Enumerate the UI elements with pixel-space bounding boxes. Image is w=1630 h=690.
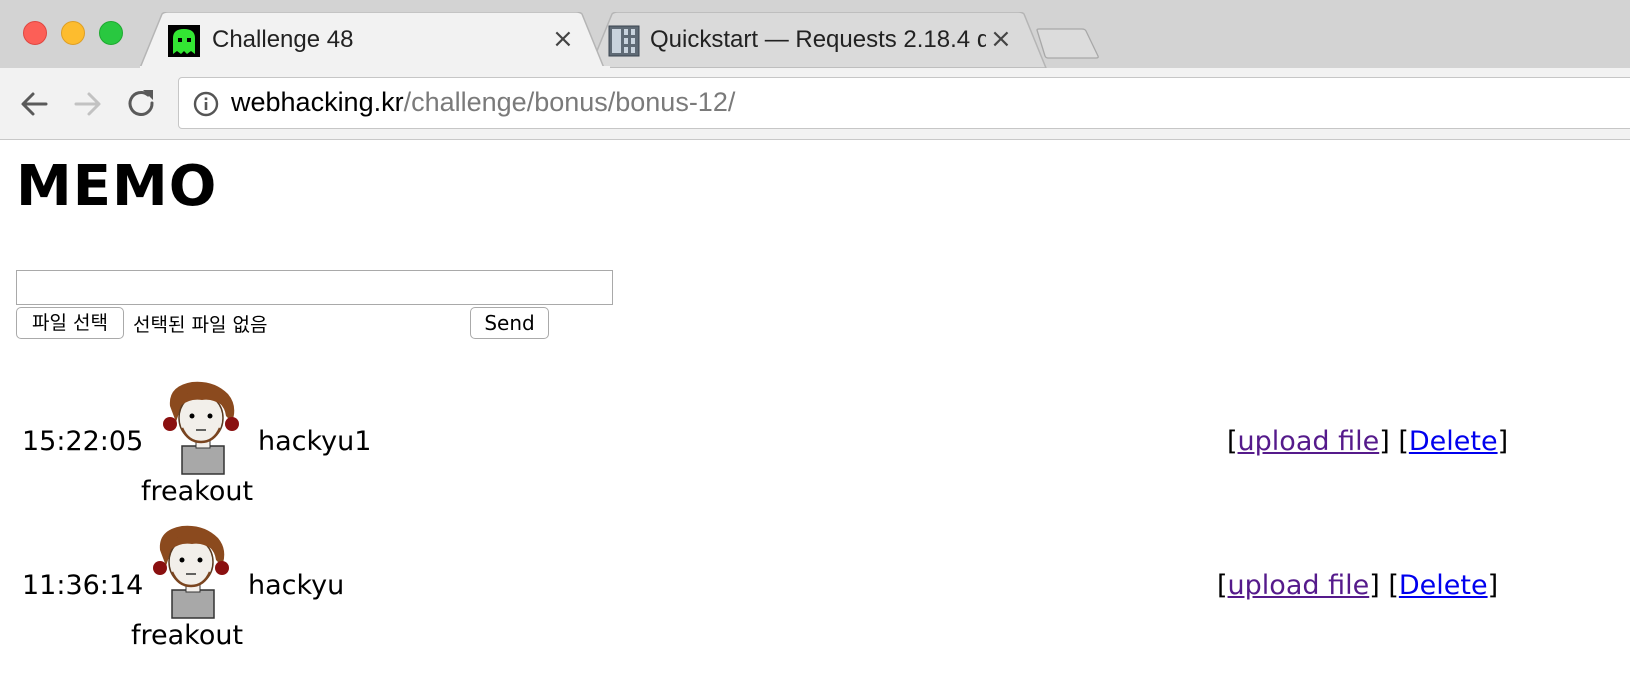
reload-icon[interactable] <box>124 86 160 122</box>
address-bar[interactable]: webhacking.kr/challenge/bonus/bonus-12/ <box>178 77 1630 129</box>
forward-arrow-icon[interactable] <box>70 86 106 122</box>
back-arrow-icon[interactable] <box>16 86 52 122</box>
tab-challenge-48[interactable]: Challenge 48 × <box>140 12 610 68</box>
tab-quickstart[interactable]: Quickstart — Requests 2.18.4 documentati… <box>590 12 1060 68</box>
browser-toolbar: webhacking.kr/challenge/bonus/bonus-12/ <box>0 68 1630 140</box>
new-tab-button[interactable] <box>1036 28 1100 60</box>
entry-username: hackyu <box>248 570 345 601</box>
delete-link[interactable]: Delete <box>1409 426 1498 457</box>
window-close-button[interactable] <box>23 21 47 45</box>
book-icon <box>608 25 640 57</box>
memo-entry: 11:36:14 freakout hackyu [upload file] [… <box>0 520 1630 651</box>
send-button[interactable]: Send <box>470 307 549 339</box>
entry-time: 11:36:14 <box>22 570 144 601</box>
tab-close-icon[interactable]: × <box>552 25 574 53</box>
entry-username: hackyu1 <box>258 426 372 457</box>
entry-actions: [upload file] [Delete] <box>1217 570 1499 601</box>
entry-actions: [upload file] [Delete] <box>1227 426 1509 457</box>
green-ghost-icon <box>168 25 200 57</box>
memo-entry: 15:22:05 freakout hackyu1 [upload file] … <box>0 376 1630 507</box>
choose-file-button[interactable]: 파일 선택 <box>16 307 124 339</box>
memo-input[interactable] <box>16 270 613 305</box>
avatar-caption: freakout <box>141 476 254 507</box>
page-title: MEMO <box>16 154 218 219</box>
delete-link[interactable]: Delete <box>1399 570 1488 601</box>
tab-title: Quickstart — Requests 2.18.4 documentati… <box>650 26 986 53</box>
window-minimize-button[interactable] <box>61 21 85 45</box>
window-maximize-button[interactable] <box>99 21 123 45</box>
tab-title: Challenge 48 <box>212 26 354 53</box>
file-status-text: 선택된 파일 없음 <box>133 314 268 336</box>
freakout-avatar-icon <box>153 525 229 619</box>
tab-close-icon[interactable]: × <box>990 25 1012 53</box>
entry-time: 15:22:05 <box>22 426 144 457</box>
upload-file-link[interactable]: upload file <box>1238 426 1380 457</box>
url-text[interactable]: webhacking.kr/challenge/bonus/bonus-12/ <box>231 87 735 118</box>
avatar-caption: freakout <box>131 620 244 651</box>
site-info-icon[interactable] <box>193 91 219 117</box>
url-host: webhacking.kr <box>231 87 404 117</box>
freakout-avatar-icon <box>163 381 239 475</box>
page-content: MEMO 파일 선택 선택된 파일 없음 Send 15:22:05 freak… <box>0 140 1630 690</box>
tab-strip: Quickstart — Requests 2.18.4 documentati… <box>0 0 1630 68</box>
url-path: /challenge/bonus/bonus-12/ <box>403 87 736 117</box>
upload-file-link[interactable]: upload file <box>1228 570 1370 601</box>
